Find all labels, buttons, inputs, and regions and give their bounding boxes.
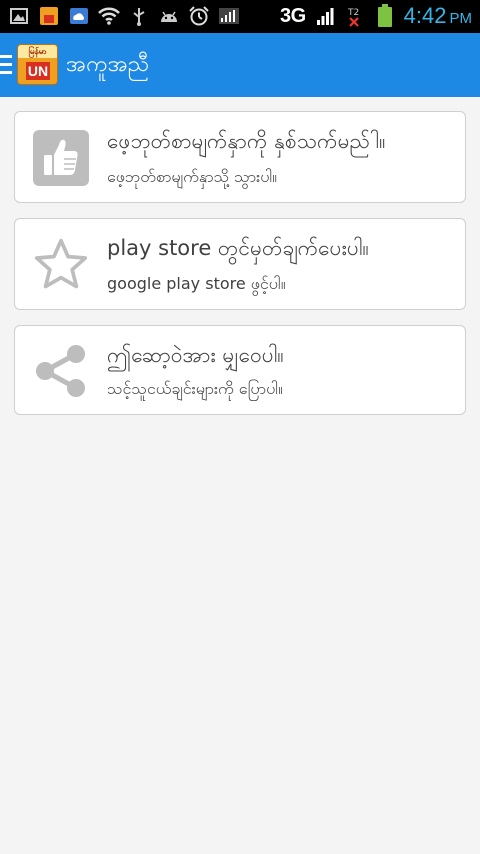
gallery-notification-icon bbox=[8, 5, 30, 27]
share-icon bbox=[33, 343, 89, 399]
like-facebook-subtitle: ဖေ့ဘုတ်စာမျက်နှာသို့ သွားပါ။ bbox=[107, 167, 277, 186]
network-type-label: 3G bbox=[279, 4, 306, 27]
thumbs-up-icon bbox=[33, 130, 89, 186]
share-app-subtitle: သင့်သူငယ်ချင်းများကို ပြောပါ။ bbox=[107, 379, 283, 398]
navigation-drawer-icon[interactable] bbox=[0, 55, 12, 75]
app-logo[interactable]: မြန်မာ UN bbox=[17, 44, 58, 85]
notification-icons bbox=[8, 5, 240, 27]
action-bar: မြန်မာ UN အကူအညီ bbox=[0, 33, 480, 97]
sim-no-signal-icon: T2 bbox=[344, 5, 366, 27]
rate-play-store-card[interactable]: play store တွင်မှတ်ချက်ပေးပါ။ google pla… bbox=[14, 218, 466, 310]
rate-play-store-title: play store တွင်မှတ်ချက်ပေးပါ။ bbox=[107, 236, 369, 260]
android-debug-icon bbox=[158, 5, 180, 27]
svg-text:T2: T2 bbox=[347, 8, 359, 18]
star-icon bbox=[33, 237, 89, 293]
app-notification-icon bbox=[38, 5, 60, 27]
signal-strength-icon bbox=[218, 5, 240, 27]
usb-icon bbox=[128, 5, 150, 27]
clock-time: 4:42 bbox=[403, 3, 447, 28]
system-indicators: 3G T2 4:42 PM bbox=[280, 3, 472, 29]
share-app-title: ဤဆော့ဝဲအား မျှဝေပါ။ bbox=[107, 343, 284, 367]
rate-play-store-subtitle: google play store ဖွင့်ပါ။ bbox=[107, 274, 286, 293]
cell-signal-icon bbox=[314, 5, 336, 27]
share-app-card[interactable]: ဤဆော့ဝဲအား မျှဝေပါ။ သင့်သူငယ်ချင်းများကိ… bbox=[14, 325, 466, 415]
app-logo-top-text: မြန်မာ bbox=[18, 45, 57, 58]
like-facebook-title: ဖေ့ဘုတ်စာမျက်နှာကို နှစ်သက်မည်ါ။ bbox=[107, 129, 386, 153]
like-facebook-card[interactable]: ဖေ့ဘုတ်စာမျက်နှာကို နှစ်သက်မည်ါ။ ဖေ့ဘုတ်… bbox=[14, 111, 466, 203]
wifi-icon bbox=[98, 5, 120, 27]
app-logo-bottom-text: UN bbox=[26, 62, 50, 80]
page-title: အကူအညီ bbox=[66, 52, 150, 77]
battery-icon bbox=[374, 4, 396, 27]
alarm-icon bbox=[188, 5, 210, 27]
clock-ampm: PM bbox=[449, 10, 473, 27]
cloud-notification-icon bbox=[68, 5, 90, 27]
status-bar: 3G T2 4:42 PM bbox=[0, 0, 480, 33]
clock: 4:42 PM bbox=[404, 3, 472, 29]
